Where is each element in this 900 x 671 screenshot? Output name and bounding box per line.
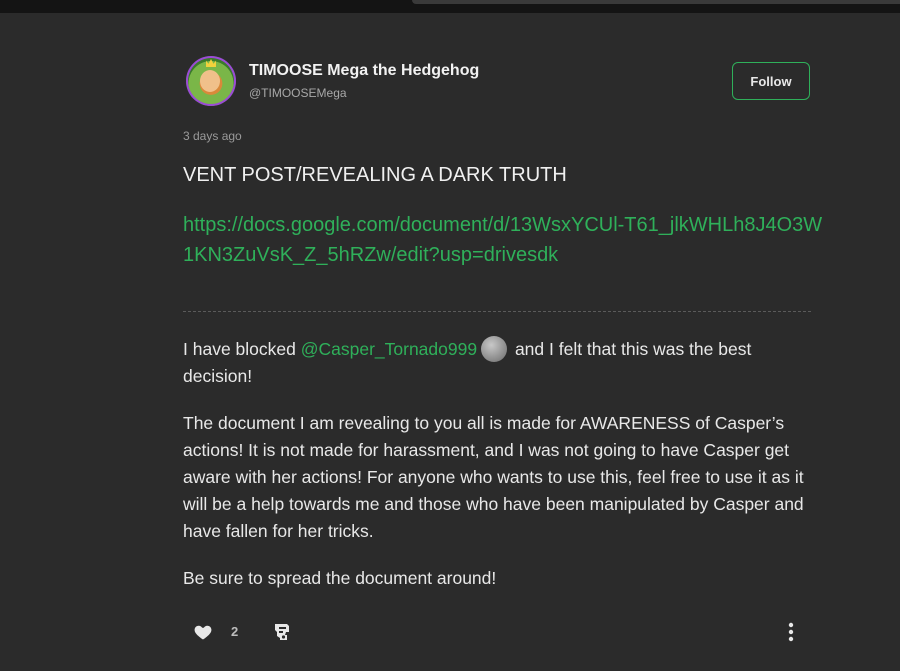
mention-avatar[interactable] — [481, 336, 508, 362]
post-card: TIMOOSE Mega the Hedgehog @TIMOOSEMega F… — [183, 0, 822, 671]
user-mention[interactable]: @Casper_Tornado999 — [301, 339, 477, 359]
author-name[interactable]: TIMOOSE Mega the Hedgehog — [249, 62, 479, 80]
document-link[interactable]: https://docs.google.com/document/d/13Wsx… — [183, 210, 823, 270]
follow-button[interactable]: Follow — [732, 62, 810, 100]
post-paragraph-1: I have blocked @Casper_Tornado999 and I … — [183, 336, 811, 390]
like-button[interactable] — [193, 622, 213, 642]
reblog-button[interactable] — [271, 620, 295, 644]
like-count: 2 — [231, 624, 239, 639]
author-handle: @TIMOOSEMega — [249, 86, 347, 100]
heart-icon — [194, 625, 212, 640]
post-title: VENT POST/REVEALING A DARK TRUTH — [183, 164, 567, 186]
reblog-icon — [275, 624, 289, 640]
paragraph-text: I have blocked — [183, 339, 301, 359]
more-options-button[interactable] — [783, 620, 799, 644]
author-avatar[interactable] — [186, 56, 236, 106]
post-timestamp: 3 days ago — [183, 129, 242, 143]
post-paragraph-2: The document I am revealing to you all i… — [183, 413, 804, 541]
post-actions: 2 — [183, 618, 811, 646]
more-vertical-icon — [788, 622, 794, 642]
post-paragraph-3: Be sure to spread the document around! — [183, 568, 497, 588]
crown-icon — [206, 59, 216, 67]
avatar-face — [200, 70, 220, 92]
divider — [183, 311, 811, 312]
